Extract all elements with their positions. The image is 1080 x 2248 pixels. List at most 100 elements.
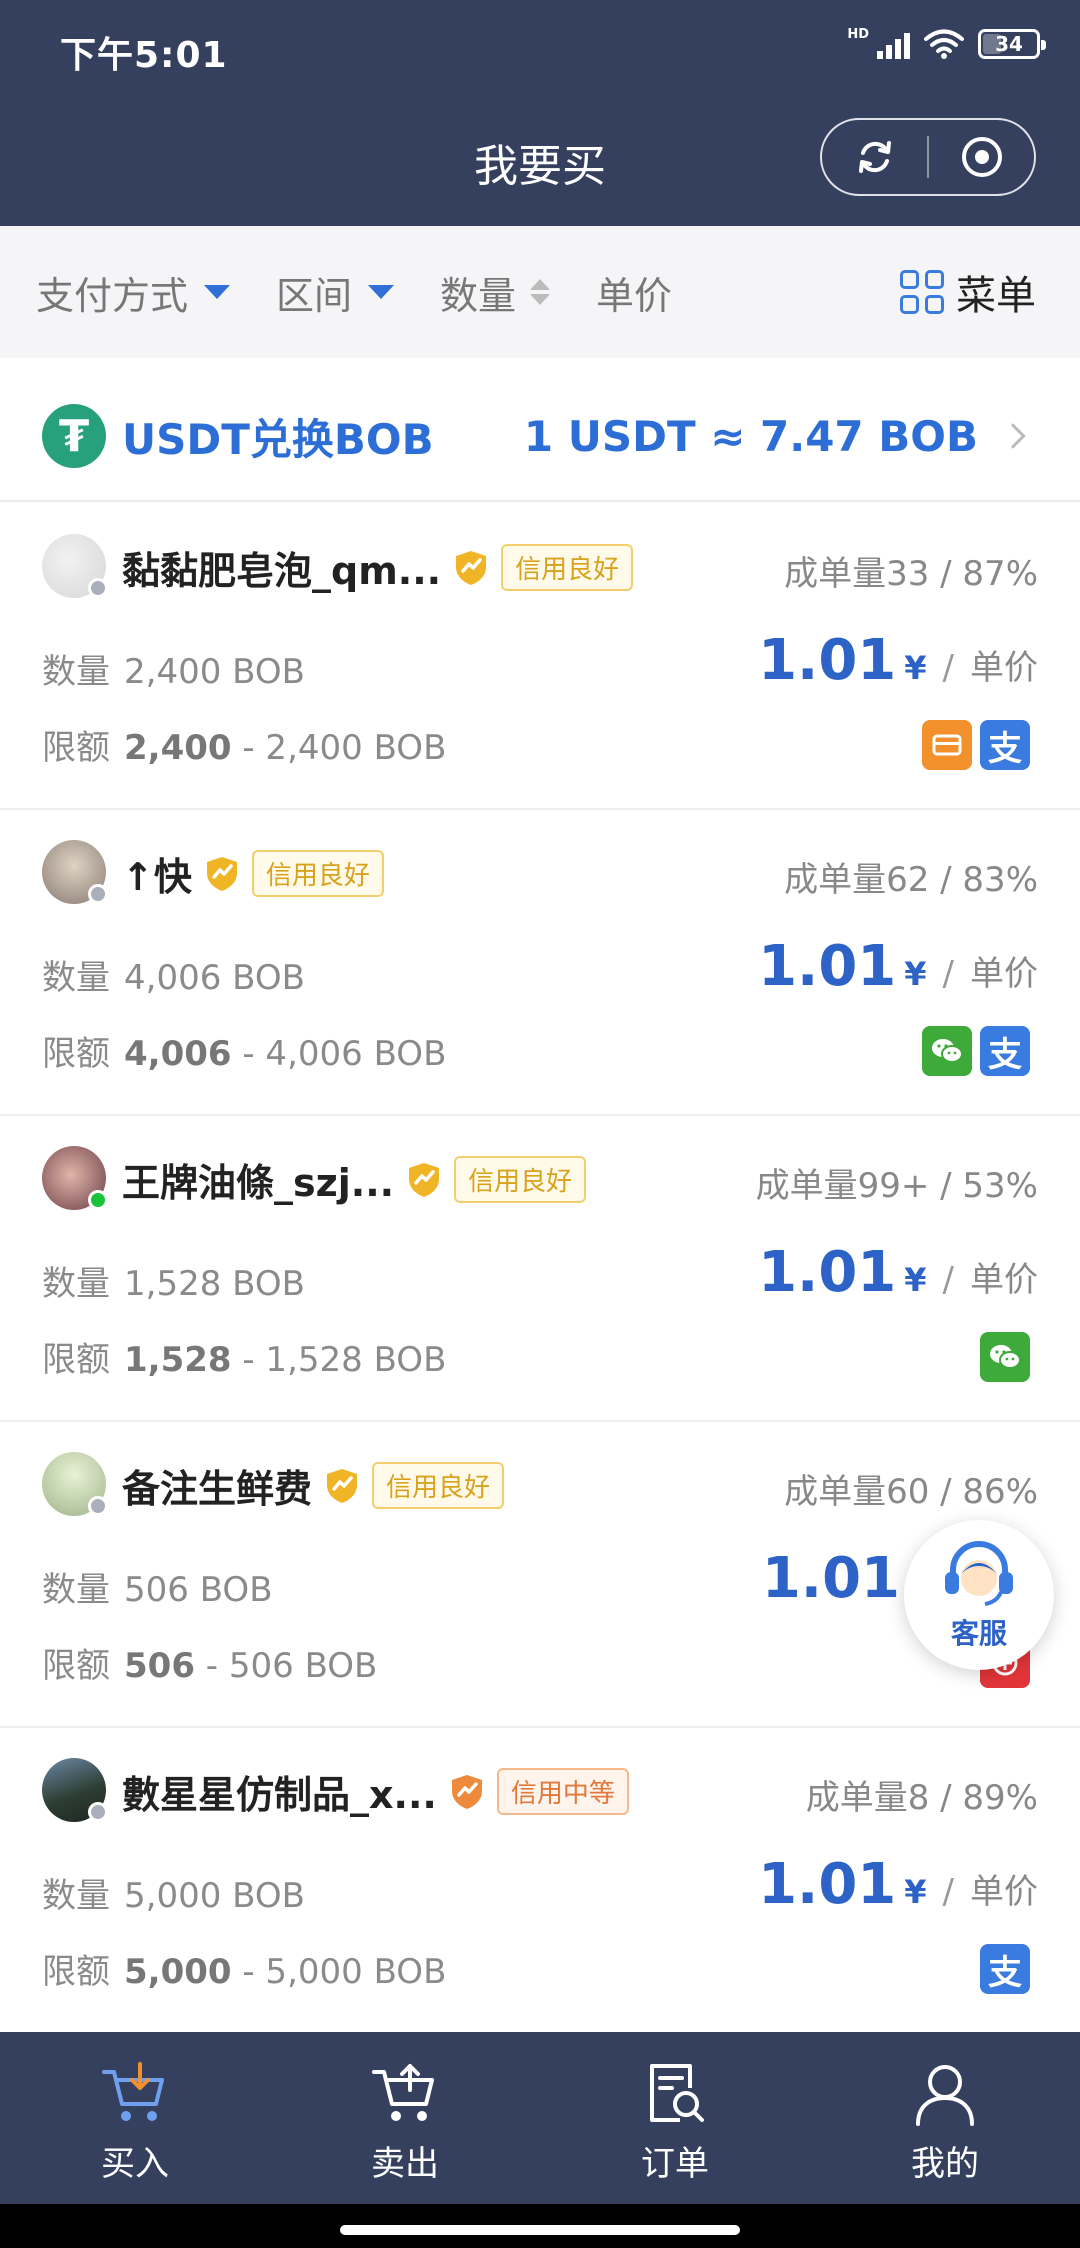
limit-min: 4,006 [124,1034,232,1074]
verified-shield-icon [451,1774,482,1809]
quantity-value: 5,000 BOB [124,1876,305,1916]
headset-agent-icon [945,1541,1013,1606]
price-unit: 单价 [970,954,1038,994]
price-value: 1.01 [758,1852,897,1917]
merchant-card[interactable]: 數星星仿制品_x... 信用中等 成单量8 / 89% 数量 5,000 BOB … [0,1728,1080,2034]
quantity-row: 数量 2,400 BOB [42,652,305,692]
payment-methods: 支 [980,1944,1030,1994]
order-search-icon [650,2064,704,2122]
battery-icon: 34 [978,29,1046,59]
price-block: 1.01 ¥ / 单价 [758,934,1038,999]
online-status-dot [88,1190,108,1210]
merchant-name: 黏黏肥皂泡_qm... [122,549,442,593]
tether-icon: ₮ [42,404,106,468]
tab-label: 我的 [911,2144,979,2184]
currency-symbol: ¥ [904,649,927,687]
limit-row: 限额 506 - 506 BOB [42,1646,378,1686]
payment-methods: 支 [922,1026,1030,1076]
order-stats: 成单量99+ / 53% [755,1166,1038,1206]
tab-label: 订单 [641,2144,709,2184]
currency-symbol: ¥ [904,1261,927,1299]
usdt-exchange-row[interactable]: ₮ USDT兑换BOB 1 USDT ≈ 7.47 BOB [0,372,1080,502]
filter-bar: 支付方式 区间 数量 单价 菜单 [0,226,1080,358]
avatar [42,534,108,598]
customer-service-label: 客服 [950,1617,1007,1650]
quantity-value: 4,006 BOB [124,958,305,998]
sort-quantity[interactable]: 数量 [440,265,551,320]
alipay-icon: 支 [980,1944,1030,1994]
wifi-icon [924,29,964,59]
limit-min: 1,528 [124,1340,232,1380]
price-unit: 单价 [970,1260,1038,1300]
avatar [42,840,108,904]
limit-row: 限额 5,000 - 5,000 BOB [42,1952,447,1992]
merchant-name: 王牌油條_szj... [122,1161,395,1205]
filter-range[interactable]: 区间 [276,265,395,320]
price-unit: 单价 [970,648,1038,688]
currency-symbol: ¥ [904,955,927,993]
dropdown-arrow-icon [368,285,395,299]
wechat-pay-icon [980,1332,1030,1382]
verified-shield-icon [409,1162,440,1197]
alipay-icon: 支 [980,720,1030,770]
bank-card-icon [922,720,972,770]
merchant-card[interactable]: ↑快 信用良好 成单量62 / 83% 数量 4,006 BOB 限额 4,006 … [0,810,1080,1116]
price-block: 1.01 [762,1546,900,1611]
merchant-card[interactable]: 王牌油條_szj... 信用良好 成单量99+ / 53% 数量 1,528 BO… [0,1116,1080,1422]
merchant-card[interactable]: 黏黏肥皂泡_qm... 信用良好 成单量33 / 87% 数量 2,400 BOB… [0,504,1080,810]
status-time: 下午5:01 [60,35,228,76]
target-icon [961,137,1002,177]
credit-badge: 信用中等 [496,1768,629,1815]
grid-icon [900,270,944,314]
verified-shield-icon [456,550,487,585]
tab-label: 买入 [101,2144,169,2184]
tab-orders[interactable]: 订单 [540,2032,810,2204]
credit-badge: 信用良好 [251,850,384,897]
mini-program-capsule [820,118,1036,196]
price-value: 1.01 [758,628,897,693]
order-stats: 成单量60 / 86% [784,1472,1038,1512]
offline-status-dot [88,884,108,904]
offline-status-dot [88,1496,108,1516]
limit-rest: - 4,006 BOB [231,1034,447,1074]
sort-price[interactable]: 单价 [596,265,672,320]
bottom-tab-bar: 买入 卖出 订单 我的 [0,2032,1080,2204]
menu-button[interactable]: 菜单 [900,263,1036,321]
home-indicator[interactable] [340,2225,740,2235]
app-header: 下午5:01 HD 34 我要买 [0,0,1080,226]
limit-row: 限额 1,528 - 1,528 BOB [42,1340,447,1380]
exchange-rate: 1 USDT ≈ 7.47 BOB [523,411,978,461]
refresh-icon [858,141,891,173]
filter-payment[interactable]: 支付方式 [36,265,231,320]
offline-status-dot [88,1802,108,1822]
hd-label: HD [847,26,869,42]
currency-symbol: ¥ [904,1873,927,1911]
limit-row: 限额 4,006 - 4,006 BOB [42,1034,447,1074]
user-icon [916,2065,974,2126]
tab-sell[interactable]: 卖出 [270,2032,540,2204]
refresh-button[interactable] [822,120,927,194]
alipay-icon: 支 [980,1026,1030,1076]
verified-shield-icon [327,1468,358,1503]
exchange-title: USDT兑换BOB [122,414,434,464]
dropdown-arrow-icon [204,285,231,299]
limit-min: 2,400 [124,728,232,768]
tab-label: 卖出 [371,2144,439,2184]
avatar [42,1758,108,1822]
tab-buy[interactable]: 买入 [0,2032,270,2204]
limit-min: 506 [124,1646,195,1686]
avatar [42,1146,108,1210]
customer-service-button[interactable]: 客服 [904,1520,1054,1670]
limit-rest: - 1,528 BOB [231,1340,447,1380]
tab-mine[interactable]: 我的 [810,2032,1080,2204]
close-miniprogram-button[interactable] [929,120,1034,194]
merchant-list: 黏黏肥皂泡_qm... 信用良好 成单量33 / 87% 数量 2,400 BOB… [0,504,1080,2034]
order-stats: 成单量33 / 87% [784,554,1038,594]
order-stats: 成单量62 / 83% [784,860,1038,900]
sort-icon [530,279,551,305]
price-unit: 单价 [970,1872,1038,1912]
credit-badge: 信用良好 [454,1156,587,1203]
quantity-value: 2,400 BOB [124,652,305,692]
order-stats: 成单量8 / 89% [805,1778,1038,1818]
quantity-value: 1,528 BOB [124,1264,305,1304]
